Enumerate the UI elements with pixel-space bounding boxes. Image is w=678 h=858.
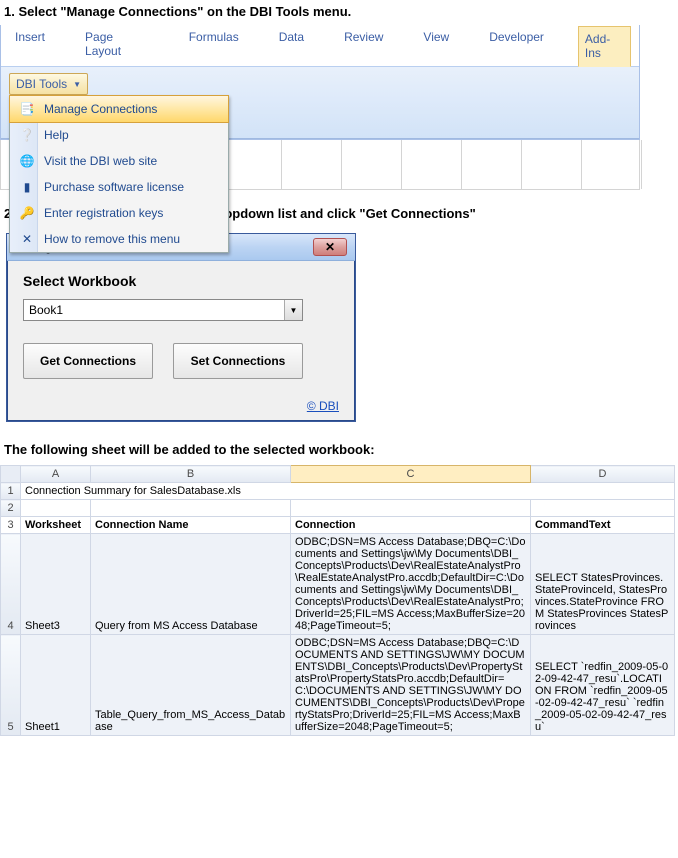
ribbon-tab-add-ins[interactable]: Add-Ins xyxy=(578,26,631,67)
menu-item-label: Purchase software license xyxy=(44,180,184,194)
row-1[interactable]: 1 xyxy=(1,483,21,500)
hdr-worksheet: Worksheet xyxy=(21,517,91,534)
cell-C5: ODBC;DSN=MS Access Database;DBQ=C:\DOCUM… xyxy=(291,635,531,736)
col-A[interactable]: A xyxy=(21,466,91,483)
cell-C4: ODBC;DSN=MS Access Database;DBQ=C:\Docum… xyxy=(291,534,531,635)
row-3[interactable]: 3 xyxy=(1,517,21,534)
follow-text: The following sheet will be added to the… xyxy=(0,422,678,465)
menu-item-label: Help xyxy=(44,128,69,142)
step1-heading: 1. Select "Manage Connections" on the DB… xyxy=(0,0,678,25)
menu-item-help[interactable]: ❔ Help xyxy=(10,122,228,148)
dialog-body: Select Workbook ▼ Get Connections Set Co… xyxy=(7,261,355,399)
cell-A5: Sheet1 xyxy=(21,635,91,736)
row-4[interactable]: 4 xyxy=(1,534,21,635)
combo-dropdown-arrow[interactable]: ▼ xyxy=(284,300,302,320)
set-connections-button[interactable]: Set Connections xyxy=(173,343,303,379)
col-B[interactable]: B xyxy=(91,466,291,483)
dbi-tools-button[interactable]: DBI Tools ▼ xyxy=(9,73,88,95)
ribbon-tab-review[interactable]: Review xyxy=(338,25,389,66)
workbook-input[interactable] xyxy=(24,300,284,320)
summary-title: Connection Summary for SalesDatabase.xls xyxy=(21,483,675,500)
menu-icon: ❔ xyxy=(16,127,38,143)
ribbon-tabs: Insert Page Layout Formulas Data Review View D… xyxy=(1,25,639,67)
ribbon-tab-formulas[interactable]: Formulas xyxy=(183,25,245,66)
menu-item-enter-registration-keys[interactable]: 🔑 Enter registration keys xyxy=(10,200,228,226)
close-button[interactable]: ✕ xyxy=(313,238,347,256)
select-all-corner[interactable] xyxy=(1,466,21,483)
row-2[interactable]: 2 xyxy=(1,500,21,517)
ribbon-body: DBI Tools ▼ 📑Manage Connections❔Help🌐Vis… xyxy=(1,67,639,139)
get-connections-button[interactable]: Get Connections xyxy=(23,343,153,379)
ribbon-tab-view[interactable]: View xyxy=(417,25,455,66)
col-D[interactable]: D xyxy=(531,466,675,483)
menu-icon: ✕ xyxy=(16,231,38,247)
workbook-combo[interactable]: ▼ xyxy=(23,299,303,321)
connection-summary-sheet: A B C D 1 Connection Summary for SalesDa… xyxy=(0,465,675,736)
ribbon-tab-page-layout[interactable]: Page Layout xyxy=(79,25,155,66)
cell-D5: SELECT `redfin_2009-05-02-09-42-47_resu`… xyxy=(531,635,675,736)
menu-item-label: How to remove this menu xyxy=(44,232,180,246)
menu-item-visit-the-dbi-web-site[interactable]: 🌐 Visit the DBI web site xyxy=(10,148,228,174)
menu-item-how-to-remove-this-menu[interactable]: ✕ How to remove this menu xyxy=(10,226,228,252)
menu-item-label: Enter registration keys xyxy=(44,206,163,220)
hdr-commandtext: CommandText xyxy=(531,517,675,534)
select-workbook-label: Select Workbook xyxy=(23,273,339,289)
hdr-connection-name: Connection Name xyxy=(91,517,291,534)
menu-item-purchase-software-license[interactable]: ▮ Purchase software license xyxy=(10,174,228,200)
dbi-tools-label: DBI Tools xyxy=(16,77,67,91)
chevron-down-icon: ▼ xyxy=(73,80,81,89)
hdr-connection: Connection xyxy=(291,517,531,534)
menu-item-label: Visit the DBI web site xyxy=(44,154,157,168)
col-C[interactable]: C xyxy=(291,466,531,483)
menu-icon: 🌐 xyxy=(16,153,38,169)
close-icon: ✕ xyxy=(325,240,335,254)
menu-icon: 🔑 xyxy=(16,205,38,221)
excel-ribbon: Insert Page Layout Formulas Data Review View D… xyxy=(0,25,640,140)
dbi-tools-menu: 📑 Manage Connections ❔ Help 🌐 Visit the DBI w… xyxy=(9,95,229,253)
ribbon-tab-developer[interactable]: Developer xyxy=(483,25,550,66)
menu-icon: 📑 xyxy=(16,101,38,117)
ribbon-tab-data[interactable]: Data xyxy=(273,25,310,66)
manage-connections-dialog: Manage Connections ✕ Select Workbook ▼ G… xyxy=(6,233,356,422)
cell-D4: SELECT StatesProvinces.StateProvinceId, … xyxy=(531,534,675,635)
dbi-copyright-link[interactable]: © DBI xyxy=(7,399,355,421)
menu-icon: ▮ xyxy=(16,179,38,195)
cell-B5: Table_Query_from_MS_Access_Database xyxy=(91,635,291,736)
cell-B4: Query from MS Access Database xyxy=(91,534,291,635)
cell-A4: Sheet3 xyxy=(21,534,91,635)
row-5[interactable]: 5 xyxy=(1,635,21,736)
menu-item-manage-connections[interactable]: 📑 Manage Connections xyxy=(9,95,229,123)
menu-item-label: Manage Connections xyxy=(44,102,157,116)
ribbon-tab-insert[interactable]: Insert xyxy=(9,25,51,66)
